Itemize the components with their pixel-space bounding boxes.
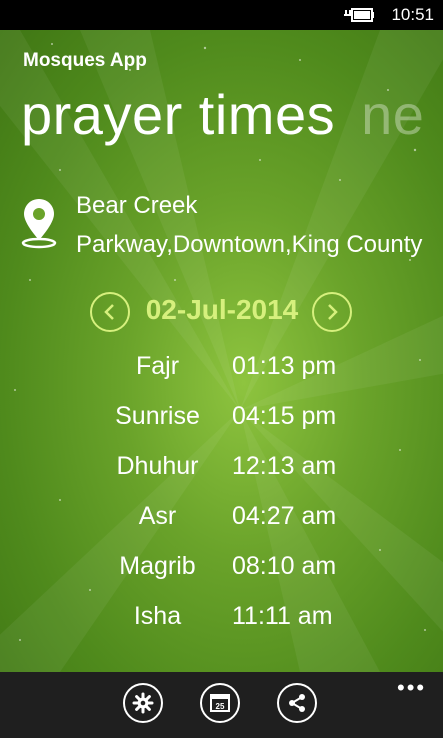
pivot-item-prayer-times[interactable]: prayer times bbox=[21, 83, 335, 146]
prayer-time: 12:13 am bbox=[232, 452, 337, 480]
prayer-name: Isha bbox=[133, 602, 182, 630]
location-pin-icon bbox=[21, 199, 57, 249]
prayer-time: 04:27 am bbox=[232, 502, 337, 530]
prayer-name: Sunrise bbox=[115, 402, 200, 430]
chevron-right-icon bbox=[328, 304, 338, 320]
next-day-button[interactable] bbox=[312, 292, 352, 332]
date-navigator: 02-Jul-2014 bbox=[90, 292, 355, 334]
prayer-row-magrib: Magrib 08:10 am bbox=[0, 552, 443, 592]
pivot-header: prayer times ne bbox=[21, 82, 424, 147]
calendar-icon-day: 25 bbox=[216, 702, 225, 711]
calendar-button[interactable]: 25 bbox=[200, 683, 240, 723]
location-address: Bear Creek Parkway,Downtown,King County bbox=[76, 192, 423, 258]
prayer-name: Magrib bbox=[119, 552, 196, 580]
prayer-row-fajr: Fajr 01:13 pm bbox=[0, 352, 443, 392]
more-options-button[interactable]: ••• bbox=[397, 675, 426, 701]
settings-button[interactable] bbox=[123, 683, 163, 723]
pivot-item-next[interactable]: ne bbox=[361, 83, 424, 146]
prayer-row-isha: Isha 11:11 am bbox=[0, 602, 443, 642]
previous-day-button[interactable] bbox=[90, 292, 130, 332]
prayer-row-sunrise: Sunrise 04:15 pm bbox=[0, 402, 443, 442]
status-clock: 10:51 bbox=[391, 5, 434, 24]
prayer-row-asr: Asr 04:27 am bbox=[0, 502, 443, 542]
prayer-time: 08:10 am bbox=[232, 552, 337, 580]
chevron-left-icon bbox=[104, 304, 114, 320]
share-icon bbox=[289, 694, 305, 712]
app-title: Mosques App bbox=[23, 50, 147, 71]
prayer-time: 11:11 am bbox=[232, 602, 333, 630]
prayer-row-dhuhur: Dhuhur 12:13 am bbox=[0, 452, 443, 492]
settings-icon bbox=[132, 692, 154, 714]
application-bar: 25 bbox=[0, 672, 443, 738]
prayer-name: Asr bbox=[138, 502, 177, 530]
battery-charging-icon bbox=[344, 8, 374, 22]
status-bar: 10:51 bbox=[0, 0, 443, 30]
prayer-time: 01:13 pm bbox=[232, 352, 337, 380]
prayer-name: Fajr bbox=[135, 352, 180, 380]
prayer-time: 04:15 pm bbox=[232, 402, 337, 430]
phone-screen: 10:51 Mosques App prayer times ne Bear C… bbox=[0, 0, 443, 738]
share-button[interactable] bbox=[277, 683, 317, 723]
calendar-icon: 25 bbox=[210, 694, 230, 712]
current-date: 02-Jul-2014 bbox=[145, 294, 299, 325]
prayer-name: Dhuhur bbox=[116, 452, 199, 480]
